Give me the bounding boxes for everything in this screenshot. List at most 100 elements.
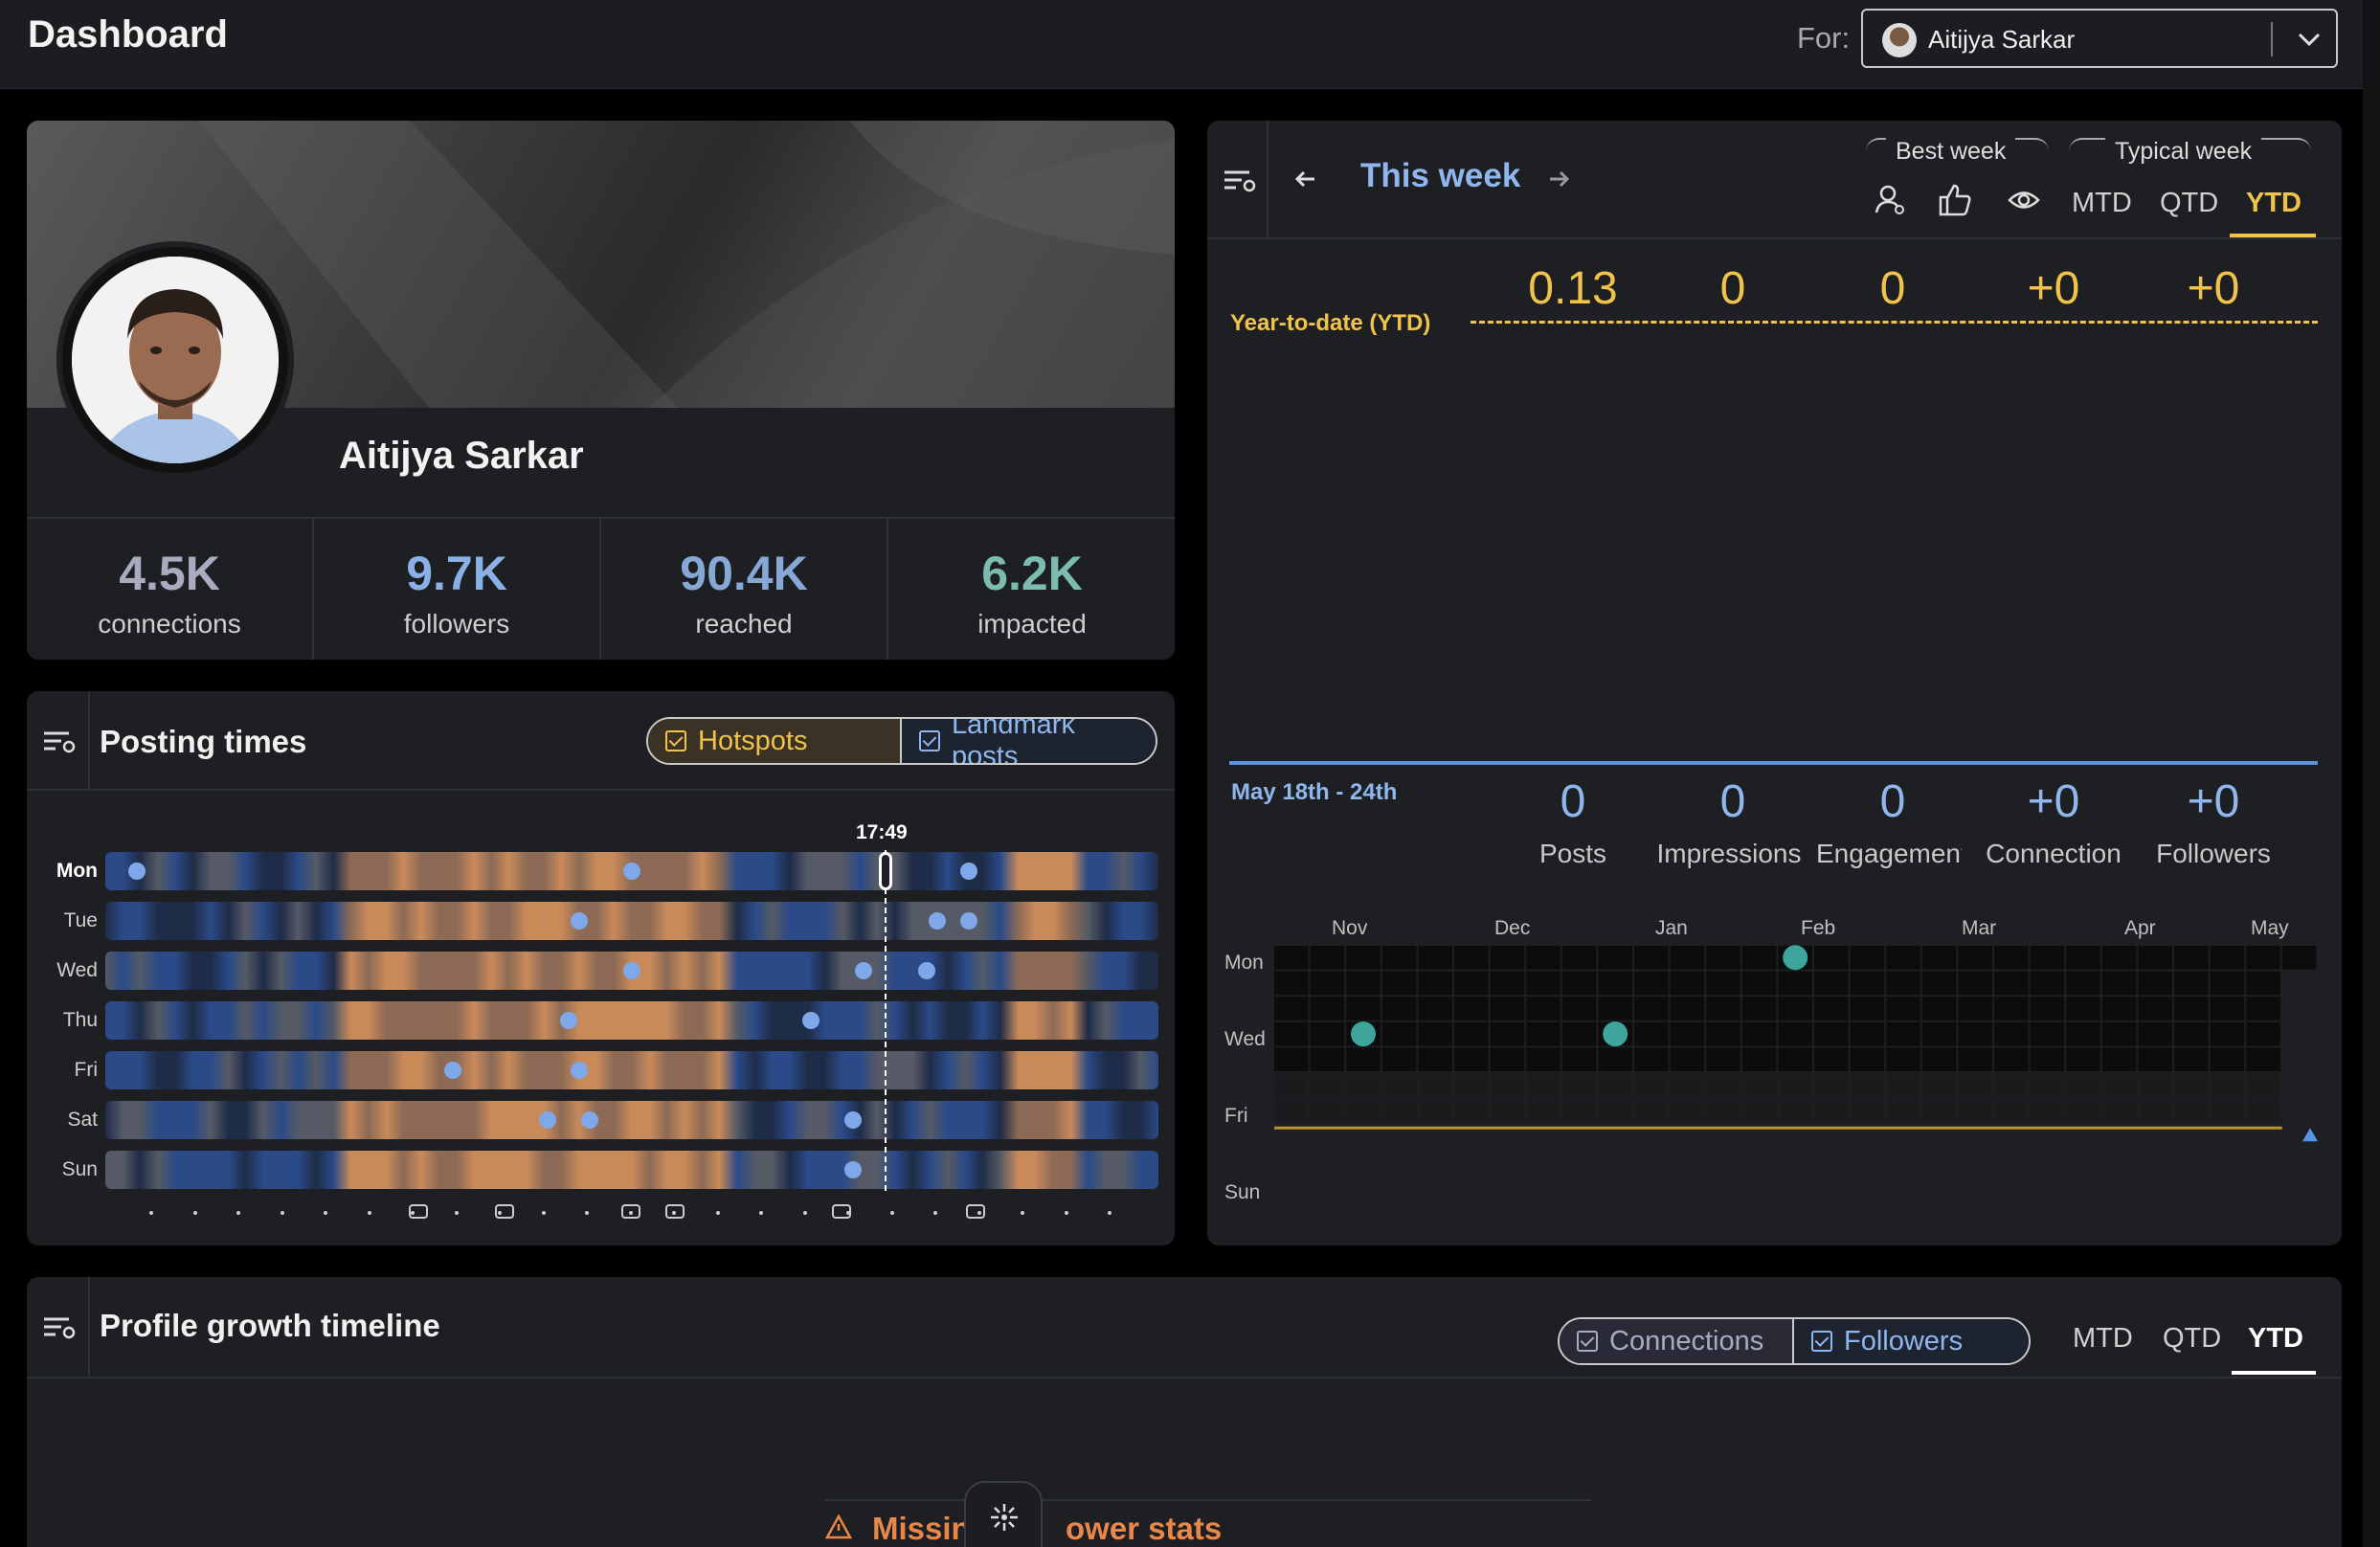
week-menu-button[interactable] bbox=[1207, 121, 1269, 237]
grid-cell bbox=[2246, 1047, 2280, 1071]
checkbox-icon bbox=[665, 730, 686, 751]
checkbox-icon bbox=[1811, 1331, 1832, 1352]
hour-tick bbox=[149, 1211, 153, 1215]
growth-tab-mtd[interactable]: MTD bbox=[2073, 1323, 2133, 1355]
warning-icon bbox=[825, 1514, 852, 1539]
grid-cell bbox=[1454, 1047, 1489, 1071]
post-marker[interactable] bbox=[929, 912, 946, 930]
grid-cell bbox=[2101, 971, 2137, 996]
post-marker[interactable] bbox=[623, 962, 640, 979]
post-activity-dot[interactable] bbox=[1783, 945, 1808, 971]
post-marker[interactable] bbox=[960, 863, 977, 880]
active-tab-indicator bbox=[2232, 1371, 2316, 1375]
profile-name: Aitijya Sarkar bbox=[339, 435, 584, 477]
growth-menu-button[interactable] bbox=[27, 1277, 90, 1377]
grid-cell bbox=[1634, 1047, 1669, 1071]
grid-cell bbox=[2174, 1073, 2209, 1097]
grid-cell bbox=[1454, 971, 1489, 996]
arrow-right-icon[interactable] bbox=[1542, 163, 1575, 195]
grid-cell bbox=[1741, 971, 1777, 996]
followers-toggle[interactable]: Followers bbox=[1794, 1319, 2029, 1363]
arrow-left-icon[interactable] bbox=[1290, 163, 1322, 195]
flower-icon bbox=[991, 1504, 1018, 1531]
growth-tab-ytd[interactable]: YTD bbox=[2248, 1323, 2303, 1355]
filter-settings-icon bbox=[44, 1317, 76, 1339]
eye-icon[interactable] bbox=[2007, 184, 2041, 216]
grid-cell bbox=[1310, 997, 1345, 1020]
grid-cell bbox=[2210, 1098, 2245, 1123]
filter-menu-button[interactable] bbox=[27, 691, 90, 789]
grid-cell bbox=[2246, 971, 2280, 996]
hour-tick bbox=[889, 1211, 894, 1215]
thumbs-up-icon[interactable] bbox=[1937, 182, 1973, 218]
grid-cell bbox=[1310, 1073, 1345, 1097]
grid-cell bbox=[1454, 1098, 1489, 1123]
tab-ytd[interactable]: YTD bbox=[2246, 188, 2301, 219]
day-label: Sat bbox=[67, 1109, 98, 1131]
post-marker[interactable] bbox=[571, 1062, 588, 1079]
grid-cell bbox=[1958, 1098, 1992, 1123]
post-marker[interactable] bbox=[539, 1111, 556, 1129]
post-marker[interactable] bbox=[960, 912, 977, 930]
grid-cell bbox=[1274, 1098, 1309, 1123]
grid-cell bbox=[1381, 1073, 1417, 1097]
grid-cell bbox=[1778, 971, 1812, 996]
grid-cell bbox=[1526, 1047, 1560, 1071]
post-marker[interactable] bbox=[918, 962, 935, 979]
grid-cell bbox=[1886, 946, 1920, 970]
landmark-posts-toggle[interactable]: Landmark posts bbox=[902, 719, 1156, 763]
post-marker[interactable] bbox=[571, 912, 588, 930]
post-marker[interactable] bbox=[560, 1012, 577, 1029]
growth-tab-qtd[interactable]: QTD bbox=[2163, 1323, 2221, 1355]
grid-cell bbox=[1850, 971, 1885, 996]
scrollbar[interactable] bbox=[2363, 0, 2380, 1547]
post-marker[interactable] bbox=[623, 863, 640, 880]
grid-cell bbox=[2138, 997, 2172, 1020]
grid-cell bbox=[1418, 1098, 1452, 1123]
grid-day-label: Sun bbox=[1224, 1181, 1261, 1203]
post-marker[interactable] bbox=[581, 1111, 598, 1129]
grid-cell bbox=[2066, 997, 2100, 1020]
tab-qtd[interactable]: QTD bbox=[2160, 188, 2218, 219]
grid-cell bbox=[1921, 997, 1957, 1020]
hotspots-toggle[interactable]: Hotspots bbox=[648, 719, 902, 763]
stat-value: 90.4K bbox=[680, 547, 808, 600]
select-divider bbox=[2271, 22, 2273, 56]
sun-icon bbox=[621, 1204, 640, 1219]
month-label: Jan bbox=[1655, 917, 1688, 939]
grid-cell bbox=[2030, 946, 2065, 970]
grid-cell bbox=[1778, 1098, 1812, 1123]
user-select[interactable]: Aitijya Sarkar bbox=[1861, 9, 2338, 68]
connections-toggle[interactable]: Connections bbox=[1560, 1319, 1794, 1363]
post-marker[interactable] bbox=[844, 1161, 862, 1178]
grid-cell bbox=[1598, 997, 1632, 1020]
divider bbox=[27, 1377, 2342, 1379]
day-heat-row bbox=[105, 902, 1158, 940]
hour-tick bbox=[802, 1211, 807, 1215]
hour-tick bbox=[236, 1211, 240, 1215]
floating-assistant-button[interactable] bbox=[964, 1481, 1043, 1547]
grid-cell bbox=[1921, 1073, 1957, 1097]
tab-mtd[interactable]: MTD bbox=[2072, 188, 2132, 219]
grid-cell bbox=[2101, 997, 2137, 1020]
grid-cell bbox=[1561, 1047, 1597, 1071]
grid-cell bbox=[1526, 946, 1560, 970]
grid-cell bbox=[1310, 1047, 1345, 1071]
user-icon[interactable] bbox=[1873, 182, 1907, 216]
post-marker[interactable] bbox=[444, 1062, 461, 1079]
grid-cell bbox=[1706, 1021, 1740, 1046]
tv-icon bbox=[409, 1204, 428, 1219]
grid-day-label: Mon bbox=[1224, 952, 1264, 974]
grid-cell bbox=[1346, 946, 1381, 970]
grid-cell bbox=[2246, 1021, 2280, 1046]
grid-cell bbox=[1670, 971, 1705, 996]
post-activity-dot[interactable] bbox=[1603, 1021, 1628, 1047]
grid-cell bbox=[1346, 1047, 1381, 1071]
post-marker[interactable] bbox=[128, 863, 146, 880]
current-week-marker bbox=[2302, 1128, 2318, 1142]
post-marker[interactable] bbox=[844, 1111, 862, 1129]
post-marker[interactable] bbox=[855, 962, 872, 979]
post-activity-dot[interactable] bbox=[1351, 1021, 1376, 1047]
post-marker[interactable] bbox=[802, 1012, 820, 1029]
current-time-handle[interactable] bbox=[879, 852, 892, 890]
